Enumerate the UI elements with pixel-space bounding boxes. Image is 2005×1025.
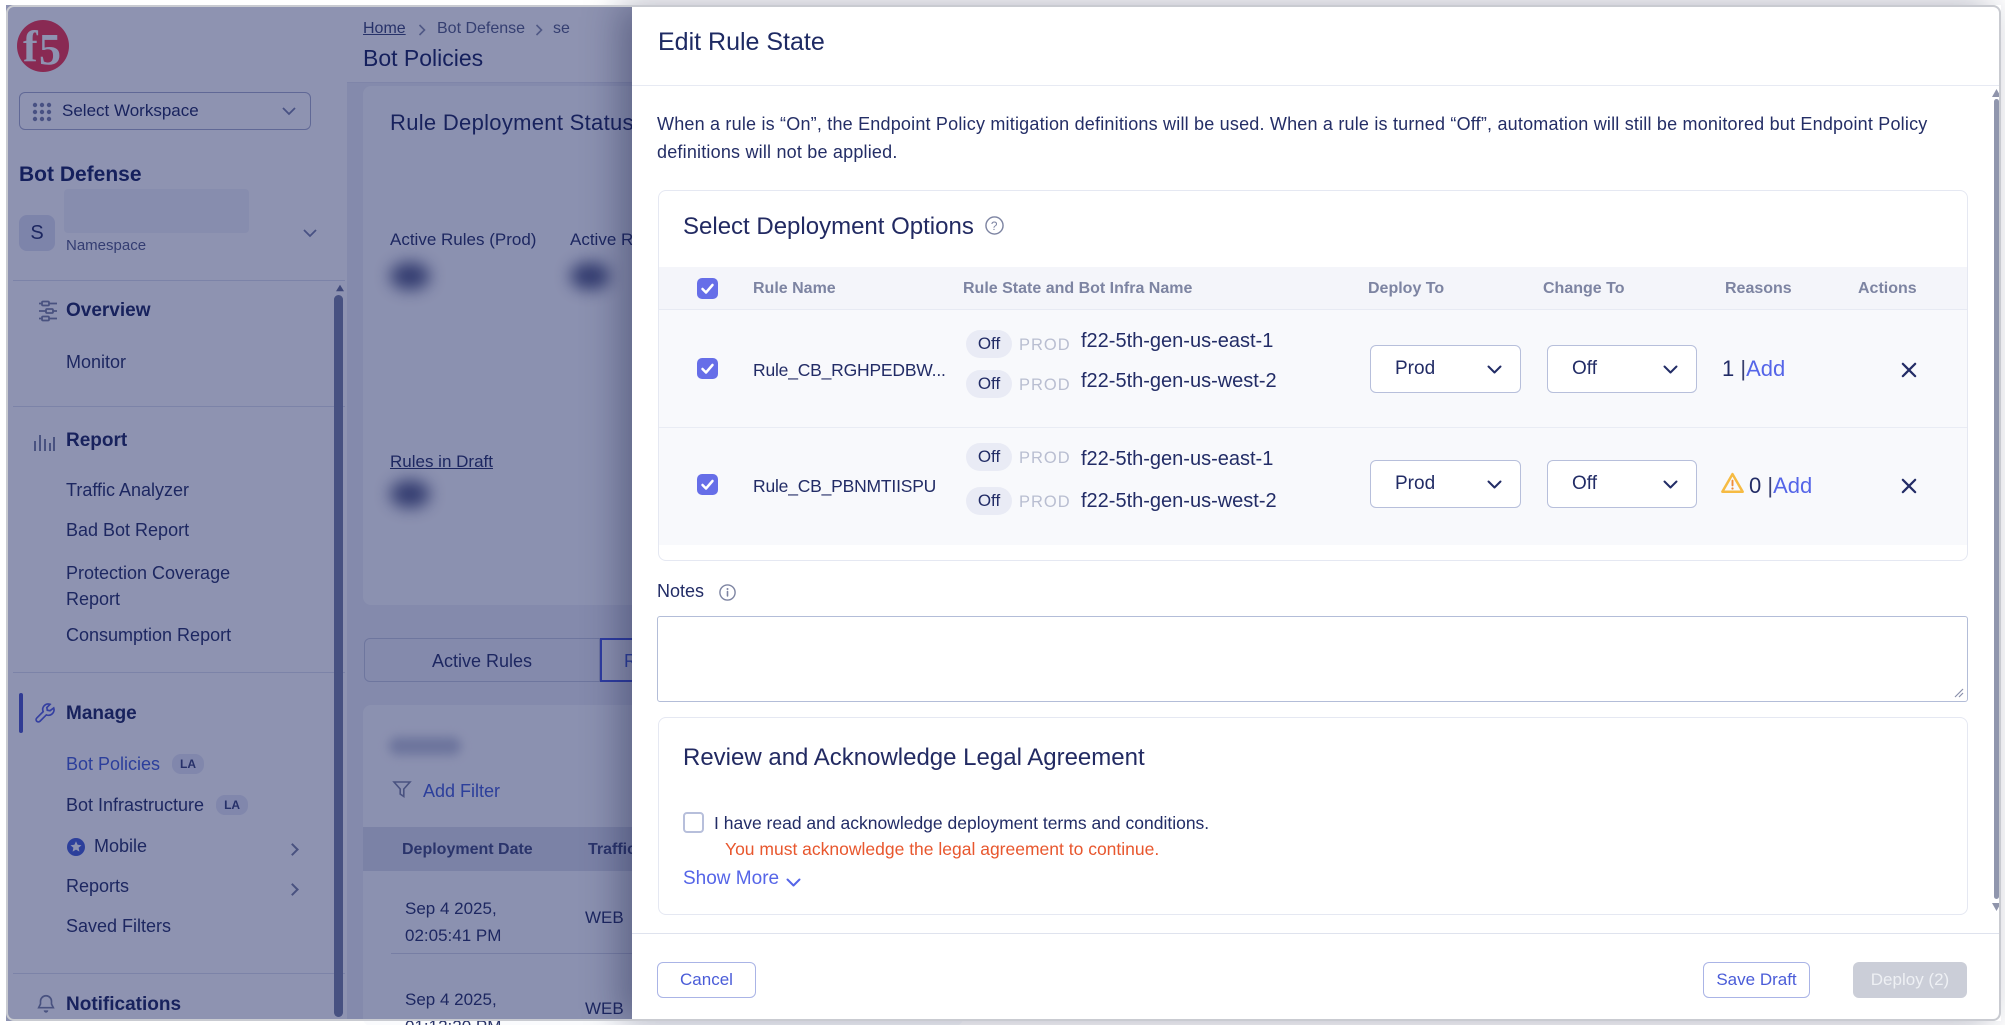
svg-text:?: ? [991,219,998,233]
